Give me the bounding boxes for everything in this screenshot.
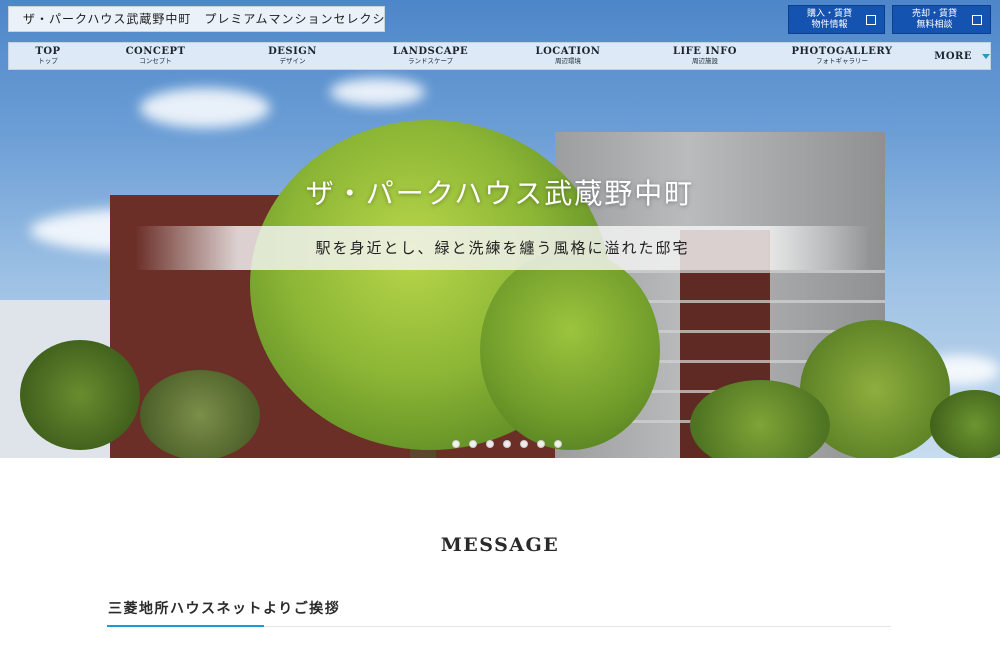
hero-tree: [480, 250, 660, 450]
nav-item-life-info[interactable]: LIFE INFO 周辺施設: [636, 46, 774, 66]
nav-label-ja: トップ: [38, 57, 58, 65]
hero-catchcopy: 駅を身近とし、緑と洗練を纏う風格に溢れた邸宅: [315, 239, 690, 257]
nav-item-location[interactable]: LOCATION 周辺環境: [500, 46, 636, 66]
slide-dot-2[interactable]: [469, 440, 477, 448]
nav-item-concept[interactable]: CONCEPT コンセプト: [87, 46, 224, 66]
hero-tree: [20, 340, 140, 450]
slide-dot-1[interactable]: [452, 440, 460, 448]
nav-label-ja: コンセプト: [139, 57, 172, 65]
nav-label-en: DESIGN: [268, 46, 317, 57]
hero-cloud: [140, 88, 270, 128]
nav-more-label: MORE: [934, 50, 972, 62]
dropdown-triangle-icon: [982, 53, 990, 59]
nav-label-ja: 周辺施設: [692, 57, 718, 65]
buy-rent-properties-button[interactable]: 購入・賃貸 物件情報: [788, 5, 885, 34]
global-nav: TOP トップ CONCEPT コンセプト DESIGN デザイン LANDSC…: [8, 42, 991, 70]
hero-tree: [140, 370, 260, 458]
message-subheading: 三菱地所ハウスネットよりご挨拶: [108, 601, 341, 617]
site-title[interactable]: ザ・パークハウス武蔵野中町 プレミアムマンションセレクション: [8, 6, 385, 32]
nav-label-ja: ランドスケープ: [407, 57, 454, 65]
nav-label-en: PHOTOGALLERY: [791, 46, 893, 57]
nav-item-landscape[interactable]: LANDSCAPE ランドスケープ: [361, 46, 500, 66]
slide-dot-6[interactable]: [537, 440, 545, 448]
hero-title: ザ・パークハウス武蔵野中町: [305, 177, 695, 210]
nav-item-design[interactable]: DESIGN デザイン: [224, 46, 361, 66]
slide-dot-3[interactable]: [486, 440, 494, 448]
slide-dot-4[interactable]: [503, 440, 511, 448]
nav-label-en: LANDSCAPE: [392, 46, 469, 57]
slide-dot-7[interactable]: [554, 440, 562, 448]
nav-label-en: TOP: [35, 46, 61, 57]
nav-label-ja: 周辺環境: [555, 57, 581, 65]
nav-label-en: LOCATION: [535, 46, 601, 57]
nav-label-ja: フォトギャラリー: [816, 57, 868, 65]
hero-cloud: [330, 78, 425, 106]
external-window-icon: [866, 15, 876, 25]
sell-rent-consult-button[interactable]: 売却・賃貸 無料相談: [892, 5, 991, 34]
nav-item-photogallery[interactable]: PHOTOGALLERY フォトギャラリー: [774, 46, 910, 66]
slideshow-pagination: [452, 440, 562, 448]
nav-more-dropdown[interactable]: MORE: [910, 51, 990, 62]
nav-label-ja: デザイン: [279, 57, 306, 65]
nav-label-en: CONCEPT: [125, 46, 186, 57]
nav-item-top[interactable]: TOP トップ: [9, 46, 87, 66]
subheading-accent-underline: [107, 625, 264, 627]
message-section-title: MESSAGE: [440, 534, 560, 556]
slide-dot-5[interactable]: [520, 440, 528, 448]
external-window-icon: [972, 15, 982, 25]
hero-catchcopy-band: 駅を身近とし、緑と洗練を纏う風格に溢れた邸宅: [135, 226, 870, 270]
nav-label-en: LIFE INFO: [672, 46, 738, 57]
